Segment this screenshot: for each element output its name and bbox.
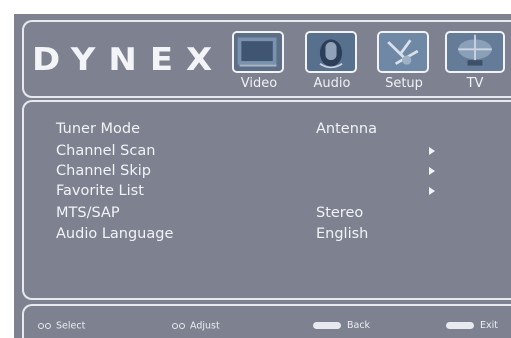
- tv-tab-thumbnail: [445, 31, 505, 73]
- menu-item-label: Audio Language: [56, 226, 174, 242]
- hint-select-label: Select: [56, 320, 86, 332]
- hint-adjust: Adjust: [172, 319, 220, 333]
- menu-item-channel-skip[interactable]: Channel Skip: [56, 161, 466, 181]
- footer-panel: [22, 304, 511, 338]
- menu-item-channel-scan[interactable]: Channel Scan: [56, 141, 466, 161]
- video-tab-thumbnail: [232, 31, 284, 73]
- audio-tab-thumbnail: [305, 31, 357, 73]
- submenu-arrow-icon: [429, 187, 435, 195]
- menu-item-mts-sap[interactable]: MTS/SAP Stereo: [56, 203, 466, 223]
- tab-audio[interactable]: Audio: [305, 31, 359, 91]
- hint-adjust-label: Adjust: [190, 320, 220, 332]
- hint-back: Back: [313, 319, 370, 333]
- dynex-logo: DYNEX: [32, 41, 226, 79]
- submenu-arrow-icon: [429, 147, 435, 155]
- tab-setup[interactable]: Setup: [377, 31, 431, 91]
- menu-item-label: Channel Scan: [56, 143, 156, 159]
- menu-item-label: Favorite List: [56, 183, 144, 199]
- menu-key-icon: [313, 322, 341, 329]
- hint-select: Select: [38, 319, 85, 333]
- submenu-arrow-icon: [429, 167, 435, 175]
- menu-item-value: Antenna: [316, 121, 377, 137]
- tab-video-label: Video: [240, 76, 278, 91]
- left-right-arrows-icon: [172, 319, 186, 333]
- exit-key-icon: [446, 322, 474, 329]
- menu-item-label: MTS/SAP: [56, 205, 120, 221]
- tab-tv[interactable]: TV: [445, 31, 505, 91]
- menu-item-label: Channel Skip: [56, 163, 151, 179]
- tab-audio-label: Audio: [313, 76, 351, 91]
- menu-item-value: English: [316, 226, 369, 242]
- tab-video[interactable]: Video: [232, 31, 286, 91]
- up-down-arrows-icon: [38, 319, 52, 333]
- menu-item-value: Stereo: [316, 205, 364, 221]
- menu-item-favorite-list[interactable]: Favorite List: [56, 181, 466, 201]
- hint-back-label: Back: [347, 320, 371, 331]
- hint-exit-label: Exit: [480, 320, 498, 331]
- setup-tab-thumbnail: [377, 31, 429, 73]
- screen: DYNEX Video Audio Setup TV Tuner Mode An…: [0, 0, 511, 338]
- menu-item-audio-language[interactable]: Audio Language English: [56, 224, 466, 244]
- tab-tv-label: TV: [466, 76, 484, 91]
- hint-exit: Exit: [446, 319, 498, 333]
- tab-setup-label: Setup: [385, 76, 423, 91]
- menu-item-label: Tuner Mode: [56, 121, 141, 137]
- menu-item-tuner-mode[interactable]: Tuner Mode Antenna: [56, 119, 466, 139]
